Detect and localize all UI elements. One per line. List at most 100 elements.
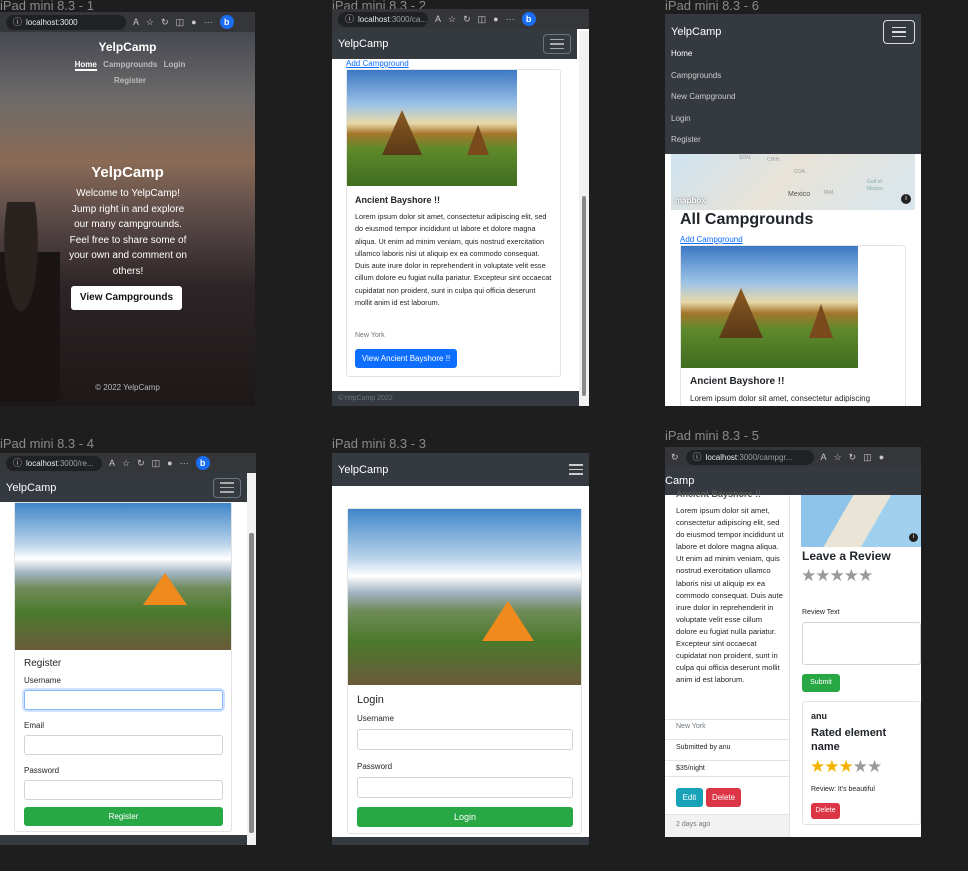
bing-icon[interactable]: b — [195, 456, 210, 470]
refresh-icon[interactable]: ↻ — [671, 452, 679, 462]
email-input[interactable] — [24, 735, 223, 755]
navbar: YelpCamp — [0, 473, 247, 502]
detail-text: Lorem ipsum dolor sit amet, consectetur … — [676, 506, 784, 685]
refresh-icon[interactable]: ↻ — [463, 14, 471, 24]
star-filled-icon: ★ — [838, 757, 854, 776]
split-screen-icon[interactable]: ◫ — [176, 17, 185, 27]
review-textarea[interactable] — [802, 622, 921, 665]
frame-campgrounds: ⓘ localhost:3000/ca... A ☆ ↻ ◫ ● ··· b Y… — [332, 9, 589, 406]
add-campground-link[interactable]: Add Campground — [680, 235, 743, 244]
add-campground-link[interactable]: Add Campground — [346, 59, 409, 68]
info-icon: ⓘ — [692, 451, 702, 462]
frame-label-4: iPad mini 8.3 - 4 — [0, 436, 94, 451]
split-screen-icon[interactable]: ◫ — [152, 458, 161, 468]
profile-icon[interactable]: ● — [191, 17, 196, 27]
refresh-icon[interactable]: ↻ — [137, 458, 145, 468]
campground-map[interactable]: i — [801, 495, 921, 547]
detail-submitted: Submitted by anu — [665, 739, 789, 755]
menu-item-register[interactable]: Register — [671, 135, 701, 144]
read-aloud-icon[interactable]: A — [821, 452, 827, 462]
nav-login[interactable]: Login — [164, 60, 186, 69]
view-campgrounds-button[interactable]: View Campgrounds — [71, 286, 182, 310]
navbar-brand[interactable]: YelpCamp — [6, 482, 56, 494]
frame-login: YelpCamp Login Username Password Login — [332, 453, 589, 845]
star-filled-icon: ★ — [824, 757, 839, 776]
submit-review-button[interactable]: Submit — [802, 674, 840, 692]
campground-card: Ancient Bayshore !! Lorem ipsum dolor si… — [346, 69, 561, 377]
username-input[interactable] — [357, 729, 573, 750]
nav-home[interactable]: Home — [74, 60, 97, 71]
hamburger-menu-icon[interactable] — [569, 464, 583, 475]
more-icon[interactable]: ··· — [506, 14, 515, 24]
star-icon[interactable]: ★ — [844, 566, 859, 585]
address-bar[interactable]: ⓘ localhost:3000 — [6, 14, 126, 30]
frame-show: ↻ ⓘ localhost:3000/campgr... A ☆ ↻ ◫ ● C… — [665, 447, 921, 837]
register-button[interactable]: Register — [24, 807, 223, 826]
more-icon[interactable]: ··· — [180, 458, 189, 468]
password-input[interactable] — [357, 777, 573, 798]
scrollbar[interactable] — [579, 31, 589, 406]
navbar-brand[interactable]: YelpCamp — [338, 38, 388, 50]
brand[interactable]: YelpCamp — [0, 40, 255, 54]
info-icon: ⓘ — [13, 457, 23, 468]
favorite-icon[interactable]: ☆ — [122, 458, 130, 468]
card-location: New York — [355, 332, 385, 339]
scrollbar[interactable] — [247, 473, 256, 845]
login-button[interactable]: Login — [357, 807, 573, 827]
bing-icon[interactable]: b — [219, 15, 234, 29]
split-screen-icon[interactable]: ◫ — [863, 452, 872, 462]
hamburger-menu-icon[interactable] — [883, 20, 915, 44]
profile-icon[interactable]: ● — [167, 458, 172, 468]
login-image — [348, 509, 581, 685]
menu-item-campgrounds[interactable]: Campgrounds — [671, 71, 721, 80]
address-bar[interactable]: ⓘ localhost:3000/campgr... — [685, 449, 814, 465]
menu-item-login[interactable]: Login — [671, 114, 691, 123]
profile-icon[interactable]: ● — [493, 14, 498, 24]
edit-button[interactable]: Edit — [676, 788, 703, 807]
menu-item-new-campground[interactable]: New Campground — [671, 92, 735, 101]
nav-register[interactable]: Register — [114, 76, 146, 85]
split-screen-icon[interactable]: ◫ — [478, 14, 487, 24]
detail-time: 2 days ago — [665, 814, 789, 837]
review-stars-input[interactable]: ★★★★★ — [801, 566, 873, 586]
navbar-brand[interactable]: YelpCamp — [671, 26, 721, 38]
card-text: Lorem ipsum dolor sit amet, consectetur … — [690, 394, 871, 403]
url-text: localhost:3000/campgr... — [705, 452, 793, 462]
favorite-icon[interactable]: ☆ — [834, 452, 842, 462]
star-icon[interactable]: ★ — [830, 566, 845, 585]
navbar: YelpCamp — [332, 29, 577, 59]
detail-location: New York — [665, 719, 789, 733]
read-aloud-icon[interactable]: A — [133, 17, 139, 27]
profile-icon[interactable]: ● — [879, 452, 884, 462]
map-info-icon[interactable]: i — [909, 533, 918, 542]
read-aloud-icon[interactable]: A — [109, 458, 115, 468]
star-icon[interactable]: ★ — [801, 566, 816, 585]
navbar-brand[interactable]: Camp — [665, 475, 694, 487]
nav-campgrounds[interactable]: Campgrounds — [103, 60, 157, 69]
map-info-icon[interactable]: i — [901, 194, 911, 204]
bing-icon[interactable]: b — [521, 12, 536, 26]
favorite-icon[interactable]: ☆ — [448, 14, 456, 24]
star-icon[interactable]: ★ — [858, 566, 873, 585]
reviewer-name: anu — [811, 711, 828, 721]
hamburger-menu-icon[interactable] — [543, 34, 571, 54]
address-bar[interactable]: ⓘ localhost:3000/re... — [6, 455, 102, 471]
read-aloud-icon[interactable]: A — [435, 14, 441, 24]
star-icon[interactable]: ★ — [815, 566, 830, 585]
delete-review-button[interactable]: Delete — [811, 803, 840, 819]
view-campground-button[interactable]: View Ancient Bayshore !! — [355, 349, 457, 368]
favorite-icon[interactable]: ☆ — [146, 17, 154, 27]
menu-item-home[interactable]: Home — [671, 49, 692, 58]
register-card: Register Username Email Password Registe… — [14, 502, 232, 832]
password-input[interactable] — [24, 780, 223, 800]
navbar-brand[interactable]: YelpCamp — [338, 464, 388, 476]
frame-home: ⓘ localhost:3000 A ☆ ↻ ◫ ● ··· b YelpCam… — [0, 12, 255, 406]
reload-icon[interactable]: ↻ — [849, 452, 857, 462]
more-icon[interactable]: ··· — [204, 17, 213, 27]
cluster-map[interactable]: SON. CHIH. COA. Mexico TAM. Gulf of Mexi… — [671, 154, 915, 210]
address-bar[interactable]: ⓘ localhost:3000/ca... — [338, 11, 428, 27]
hamburger-menu-icon[interactable] — [213, 477, 241, 498]
refresh-icon[interactable]: ↻ — [161, 17, 169, 27]
delete-button[interactable]: Delete — [706, 788, 741, 807]
username-input[interactable] — [24, 690, 223, 710]
